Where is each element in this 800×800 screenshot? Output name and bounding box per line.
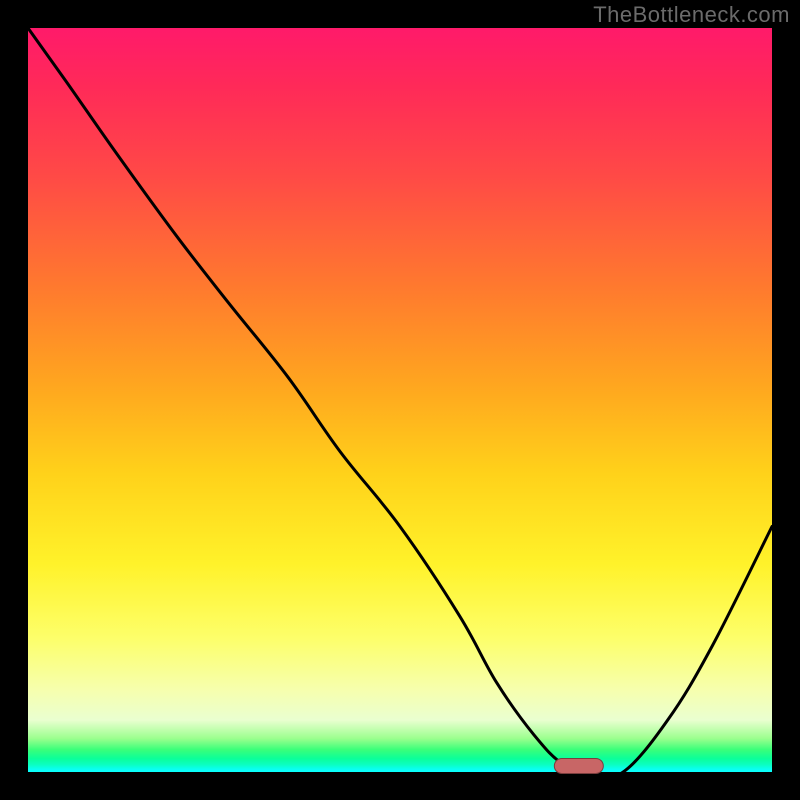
optimal-marker — [553, 758, 603, 774]
watermark-text: TheBottleneck.com — [593, 2, 790, 28]
plot-area — [28, 28, 772, 772]
page-root: TheBottleneck.com — [0, 0, 800, 800]
curve-path — [28, 28, 772, 772]
bottleneck-curve — [28, 28, 772, 772]
